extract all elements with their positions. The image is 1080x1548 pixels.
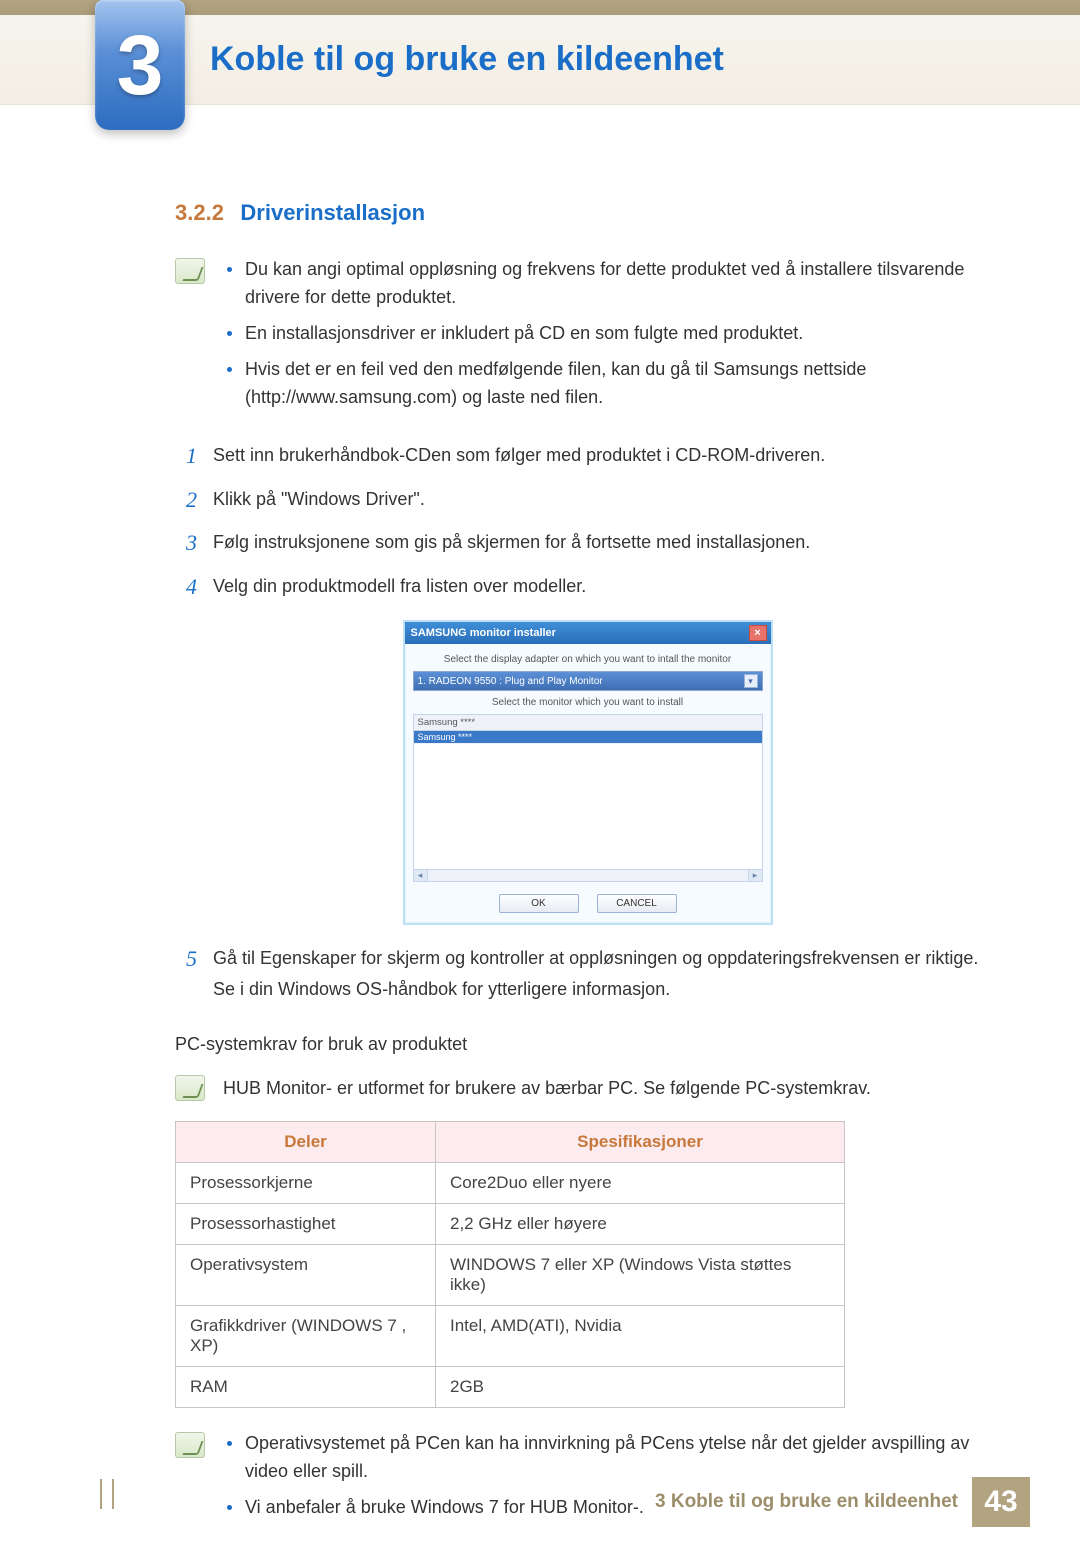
cell: Operativsystem	[176, 1245, 436, 1306]
scroll-right-icon[interactable]: ▸	[748, 870, 762, 881]
chevron-down-icon[interactable]: ▾	[744, 674, 758, 688]
dialog-label-1: Select the display adapter on which you …	[413, 654, 763, 665]
installer-dialog: SAMSUNG monitor installer × Select the d…	[403, 620, 773, 925]
ok-button[interactable]: OK	[499, 894, 579, 913]
note-block-2: HUB Monitor- er utformet for brukere av …	[175, 1073, 1000, 1103]
steps-list: 1 Sett inn brukerhåndbok-CDen som følger …	[175, 437, 1000, 605]
dialog-titlebar: SAMSUNG monitor installer ×	[405, 622, 771, 644]
cell: Prosessorkjerne	[176, 1163, 436, 1204]
page-number: 43	[972, 1477, 1030, 1527]
table-row: OperativsystemWINDOWS 7 eller XP (Window…	[176, 1245, 845, 1306]
step-number: 3	[175, 524, 197, 561]
spec-table: Deler Spesifikasjoner ProsessorkjerneCor…	[175, 1121, 845, 1408]
col-spesifikasjoner: Spesifikasjoner	[436, 1122, 845, 1163]
page: 3 Koble til og bruke en kildeenhet 3.2.2…	[0, 0, 1080, 1527]
footer-ornament	[100, 1479, 114, 1509]
section-title: Driverinstallasjon	[240, 200, 425, 225]
cancel-button[interactable]: CANCEL	[597, 894, 677, 913]
table-row: RAM2GB	[176, 1367, 845, 1408]
step-text: Velg din produktmodell fra listen over m…	[213, 568, 1000, 605]
step-number: 5	[175, 940, 197, 1004]
step-item: 4 Velg din produktmodell fra listen over …	[175, 568, 1000, 605]
note-icon	[175, 258, 205, 284]
adapter-select[interactable]: 1. RADEON 9550 : Plug and Play Monitor ▾	[413, 671, 763, 691]
dialog-buttons: OK CANCEL	[413, 894, 763, 913]
step-item: 5Gå til Egenskaper for skjerm og kontrol…	[175, 940, 1000, 1004]
installer-screenshot: SAMSUNG monitor installer × Select the d…	[175, 620, 1000, 925]
dialog-title: SAMSUNG monitor installer	[411, 627, 556, 639]
note-icon	[175, 1075, 205, 1101]
step-number: 4	[175, 568, 197, 605]
monitor-listbox[interactable]: Samsung ****	[413, 730, 763, 870]
sys-requirements-title: PC-systemkrav for bruk av produktet	[175, 1034, 1000, 1055]
chapter-badge: 3	[95, 0, 185, 130]
step-text: Følg instruksjonene som gis på skjermen …	[213, 524, 1000, 561]
close-icon[interactable]: ×	[749, 625, 767, 641]
footer-text: 3 Koble til og bruke en kildeenhet	[655, 1491, 972, 1513]
list-item[interactable]: Samsung ****	[414, 731, 762, 744]
note-icon	[175, 1432, 205, 1458]
cell: Intel, AMD(ATI), Nvidia	[436, 1306, 845, 1367]
step-text: Klikk på "Windows Driver".	[213, 481, 1000, 518]
table-row: ProsessorkjerneCore2Duo eller nyere	[176, 1163, 845, 1204]
content: 3.2.2 Driverinstallasjon Du kan angi opt…	[175, 190, 1000, 1548]
table-row: Prosessorhastighet2,2 GHz eller høyere	[176, 1204, 845, 1245]
cell: Prosessorhastighet	[176, 1204, 436, 1245]
step-item: 2 Klikk på "Windows Driver".	[175, 481, 1000, 518]
step-text: Gå til Egenskaper for skjerm og kontroll…	[213, 940, 1000, 1004]
adapter-select-value: 1. RADEON 9550 : Plug and Play Monitor	[418, 676, 603, 687]
cell: Grafikkdriver (WINDOWS 7 , XP)	[176, 1306, 436, 1367]
note-item: Du kan angi optimal oppløsning og frekve…	[223, 256, 1000, 312]
scroll-left-icon[interactable]: ◂	[414, 870, 428, 881]
step-number: 1	[175, 437, 197, 474]
dialog-body: Select the display adapter on which you …	[405, 644, 771, 923]
cell: RAM	[176, 1367, 436, 1408]
note-block-1: Du kan angi optimal oppløsning og frekve…	[175, 256, 1000, 419]
scroll-track[interactable]	[428, 870, 748, 881]
table-header-row: Deler Spesifikasjoner	[176, 1122, 845, 1163]
step-item: 3 Følg instruksjonene som gis på skjermen…	[175, 524, 1000, 561]
step-text: Sett inn brukerhåndbok-CDen som følger m…	[213, 437, 1000, 474]
steps-list-cont: 5Gå til Egenskaper for skjerm og kontrol…	[175, 940, 1000, 1004]
footer: 3 Koble til og bruke en kildeenhet 43	[0, 1477, 1080, 1527]
dialog-label-2: Select the monitor which you want to ins…	[413, 697, 763, 708]
section-heading: 3.2.2 Driverinstallasjon	[175, 200, 1000, 226]
cell: 2,2 GHz eller høyere	[436, 1204, 845, 1245]
chapter-title: Koble til og bruke en kildeenhet	[210, 40, 724, 79]
col-deler: Deler	[176, 1122, 436, 1163]
step-item: 1 Sett inn brukerhåndbok-CDen som følger …	[175, 437, 1000, 474]
monitor-list-header: Samsung ****	[413, 714, 763, 730]
horizontal-scrollbar[interactable]: ◂ ▸	[413, 870, 763, 882]
cell: Core2Duo eller nyere	[436, 1163, 845, 1204]
cell: 2GB	[436, 1367, 845, 1408]
chapter-number: 3	[117, 17, 164, 114]
section-number: 3.2.2	[175, 200, 224, 225]
note-list-1: Du kan angi optimal oppløsning og frekve…	[223, 256, 1000, 419]
note-item: Hvis det er en feil ved den medfølgende …	[223, 356, 1000, 412]
step-number: 2	[175, 481, 197, 518]
note-text: HUB Monitor- er utformet for brukere av …	[223, 1073, 871, 1103]
table-row: Grafikkdriver (WINDOWS 7 , XP)Intel, AMD…	[176, 1306, 845, 1367]
cell: WINDOWS 7 eller XP (Windows Vista støtte…	[436, 1245, 845, 1306]
note-item: En installasjonsdriver er inkludert på C…	[223, 320, 1000, 348]
